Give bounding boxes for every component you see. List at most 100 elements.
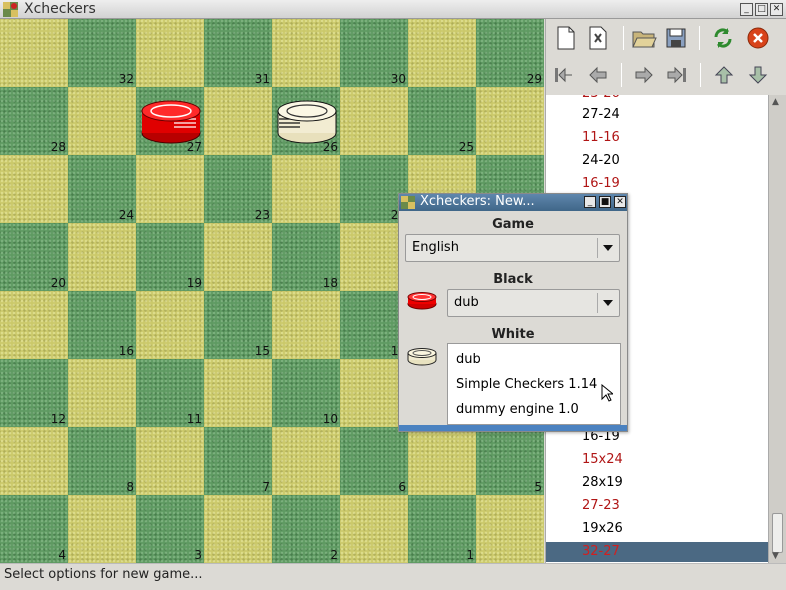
board-square-light [204,87,272,155]
board-square-dark[interactable]: 16 [68,291,136,359]
square-number: 12 [50,412,66,426]
up-icon[interactable] [709,61,739,89]
toolbar-separator [623,26,624,50]
white-option[interactable]: dummy engine 1.0 [448,397,620,422]
board-square-dark[interactable]: 2 [272,495,340,563]
board-square-dark[interactable]: 10 [272,359,340,427]
board-square-dark[interactable]: 32 [68,19,136,87]
move-list-item[interactable]: 28x19 [582,473,623,493]
board-square-dark[interactable]: 26 [272,87,340,155]
maximize-button[interactable]: □ [755,3,768,16]
square-number: 6 [398,480,406,494]
dialog-titlebar[interactable]: Xcheckers: New... _ ■ ✕ [399,194,627,211]
game-select[interactable]: English [405,234,620,262]
move-list-item[interactable]: 24-20 [582,151,620,171]
board-square-dark[interactable]: 8 [68,427,136,495]
square-number: 23 [254,208,270,222]
status-text: Select options for new game... [4,567,203,582]
move-list-item[interactable]: 11-16 [582,128,620,148]
board-square-dark[interactable]: 27 [136,87,204,155]
board-square-dark[interactable]: 23 [204,155,272,223]
dialog-minimize-button[interactable]: _ [584,196,596,208]
first-move-icon[interactable] [549,61,579,89]
board-square-dark[interactable]: 6 [340,427,408,495]
board-square-light [340,495,408,563]
board-square-light [136,427,204,495]
board-square-light [68,87,136,155]
new-game-dialog[interactable]: Xcheckers: New... _ ■ ✕ Game English Bla… [398,193,628,432]
move-list-item[interactable]: 15x24 [582,450,623,470]
toolbar-separator [699,26,700,50]
square-number: 7 [262,480,270,494]
next-move-icon[interactable] [629,61,659,89]
move-list-item[interactable]: 23-26 [582,95,620,104]
board-square-dark[interactable]: 18 [272,223,340,291]
save-icon[interactable] [661,24,691,52]
square-number: 24 [118,208,134,222]
refresh-icon[interactable] [708,24,738,52]
checkers-app-icon [3,2,18,17]
board-square-dark[interactable]: 11 [136,359,204,427]
board-square-dark[interactable]: 28 [0,87,68,155]
scroll-down-icon[interactable]: ▼ [772,551,779,561]
dialog-close-button[interactable]: ✕ [614,196,626,208]
move-list-item[interactable]: 27-24 [582,105,620,125]
open-icon[interactable] [629,24,659,52]
move-list-item-selected[interactable]: 32-27 [546,542,768,562]
square-number: 32 [118,72,134,86]
board-square-light [476,495,544,563]
white-option[interactable]: dub [448,347,620,372]
white-option-hovered[interactable]: Simple Checkers 1.14 [448,372,620,397]
board-square-dark[interactable]: 19 [136,223,204,291]
board-square-dark[interactable]: 20 [0,223,68,291]
board-square-dark[interactable]: 1 [408,495,476,563]
board-square-light [272,427,340,495]
board-square-light [408,427,476,495]
red-piece[interactable] [140,97,202,151]
board-square-dark[interactable]: 3 [136,495,204,563]
square-number: 5 [534,480,542,494]
scroll-up-icon[interactable]: ▲ [772,97,779,107]
white-piece[interactable] [276,97,338,151]
checkers-app-icon [401,196,415,213]
board-square-light [272,291,340,359]
board-square-dark[interactable]: 12 [0,359,68,427]
move-list-scrollbar[interactable]: ▲ ▼ [768,95,786,563]
chevron-down-icon [603,245,613,251]
move-list-item[interactable]: 16-19 [582,174,620,194]
board-square-dark[interactable]: 4 [0,495,68,563]
status-bar: Select options for new game... [0,563,786,590]
white-player-dropdown-list[interactable]: dub Simple Checkers 1.14 dummy engine 1.… [447,343,621,425]
scrollbar-thumb[interactable] [772,513,783,553]
last-move-icon[interactable] [662,61,692,89]
black-player-select[interactable]: dub [447,289,620,317]
setup-icon[interactable] [583,24,613,52]
square-number: 30 [390,72,406,86]
board-square-dark[interactable]: 7 [204,427,272,495]
square-number: 8 [126,480,134,494]
board-square-dark[interactable]: 24 [68,155,136,223]
square-number: 31 [254,72,270,86]
toolbar-separator [700,63,701,87]
dialog-maximize-button[interactable]: ■ [599,196,611,208]
close-window-button[interactable]: ✕ [770,3,783,16]
board-square-dark[interactable]: 25 [408,87,476,155]
board-square-dark[interactable]: 29 [476,19,544,87]
close-icon[interactable] [743,24,773,52]
board-square-dark[interactable]: 15 [204,291,272,359]
prev-move-icon[interactable] [583,61,613,89]
window-title: Xcheckers [24,1,96,17]
board-square-light [0,155,68,223]
down-icon[interactable] [743,61,773,89]
board-square-light [136,291,204,359]
board-square-dark[interactable]: 31 [204,19,272,87]
move-list-item[interactable]: 19x26 [582,519,623,539]
main-titlebar[interactable]: Xcheckers _ □ ✕ [0,0,786,19]
minimize-button[interactable]: _ [740,3,753,16]
new-game-icon[interactable] [551,24,581,52]
square-number: 15 [254,344,270,358]
board-square-dark[interactable]: 5 [476,427,544,495]
move-list-item[interactable]: 27-23 [582,496,620,516]
board-square-dark[interactable]: 30 [340,19,408,87]
red-piece-icon [407,292,437,314]
